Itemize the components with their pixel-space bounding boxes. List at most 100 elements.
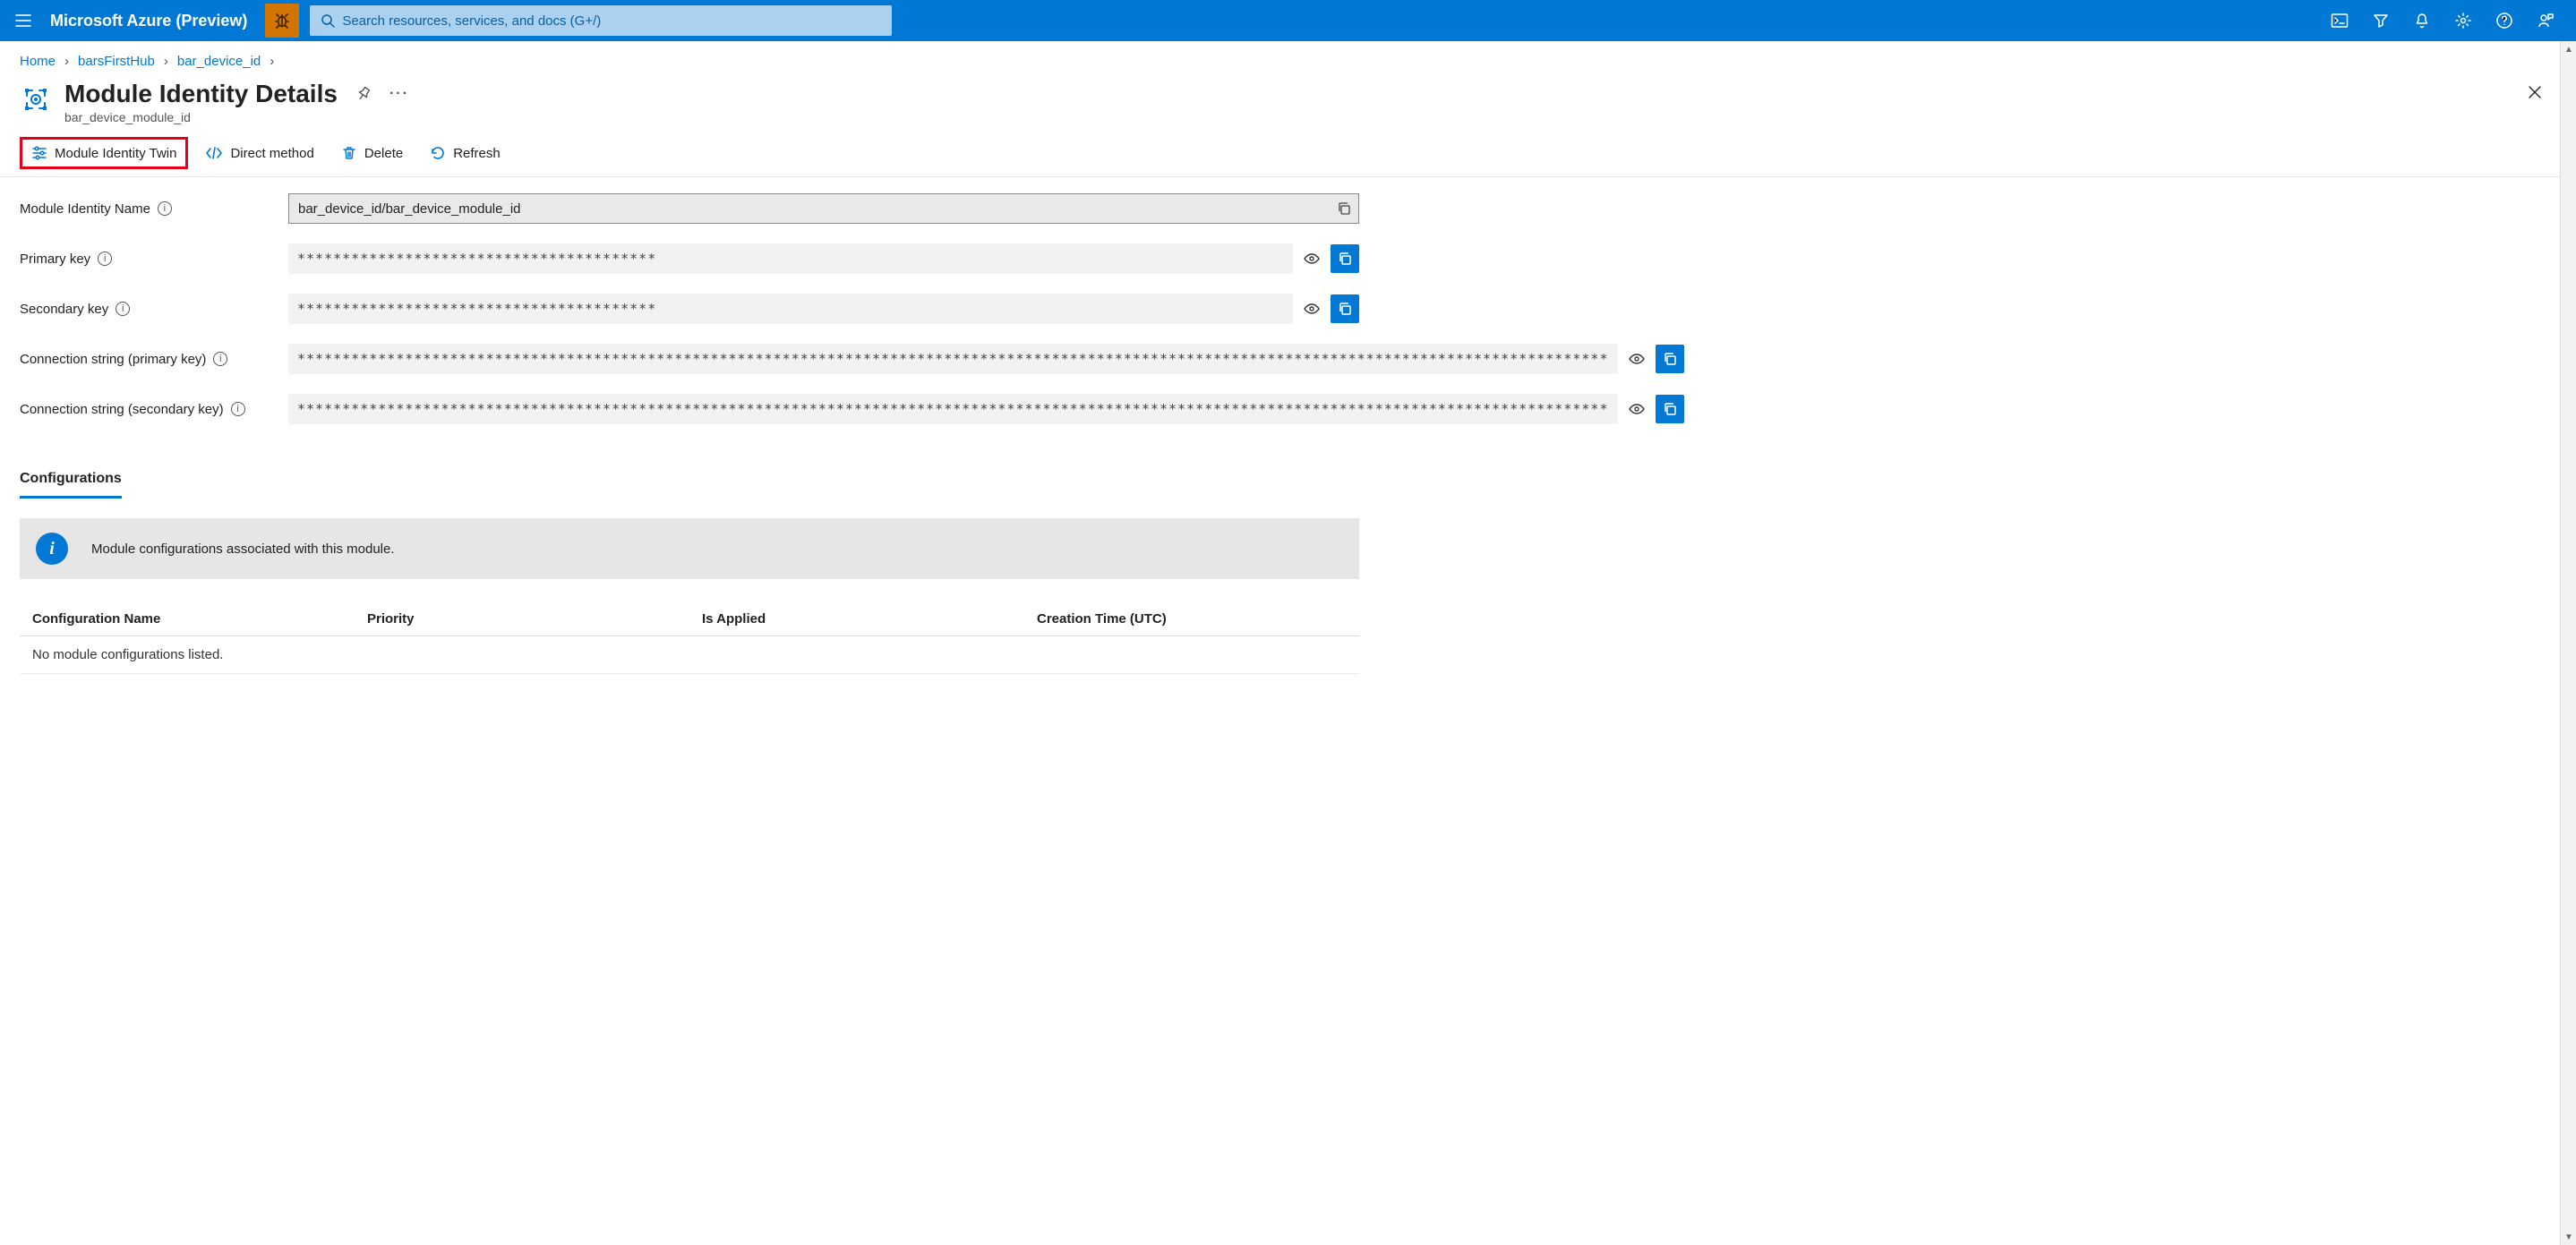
cmd-label: Module Identity Twin — [55, 146, 176, 161]
info-icon[interactable]: i — [98, 252, 112, 266]
close-blade-button[interactable] — [2522, 80, 2547, 105]
col-priority[interactable]: Priority — [355, 602, 689, 636]
breadcrumb-home[interactable]: Home — [20, 54, 56, 69]
page-header: Module Identity Details ··· bar_device_m… — [0, 76, 2576, 126]
cmd-label: Refresh — [453, 146, 501, 161]
delete-button[interactable]: Delete — [331, 139, 413, 167]
bell-icon — [2413, 12, 2431, 30]
hamburger-menu[interactable] — [7, 4, 39, 37]
refresh-icon — [430, 145, 446, 161]
pin-button[interactable] — [354, 84, 373, 104]
breadcrumb-sep: › — [270, 54, 274, 69]
label: Module Identity Name — [20, 201, 150, 217]
copy-icon — [1663, 352, 1677, 366]
copy-button[interactable] — [1331, 244, 1359, 273]
page-title: Module Identity Details — [64, 80, 338, 108]
direct-method-button[interactable]: Direct method — [195, 139, 323, 167]
more-button[interactable]: ··· — [389, 84, 409, 104]
table-row: No module configurations listed. — [20, 636, 1359, 674]
col-created[interactable]: Creation Time (UTC) — [1024, 602, 1359, 636]
close-icon — [2527, 84, 2543, 100]
help-icon — [2495, 12, 2513, 30]
form-area: Module Identity Name i bar_device_id/bar… — [0, 177, 1379, 674]
help-button[interactable] — [2494, 10, 2515, 31]
person-feedback-icon — [2537, 12, 2555, 30]
secondary-key-value: **************************************** — [288, 294, 1293, 324]
eye-icon — [1628, 400, 1646, 418]
cmd-label: Direct method — [230, 146, 313, 161]
bug-icon — [273, 12, 291, 30]
label: Secondary key — [20, 302, 108, 317]
info-bar: i Module configurations associated with … — [20, 518, 1359, 579]
tab-configurations[interactable]: Configurations — [20, 471, 122, 499]
copy-icon — [1663, 402, 1677, 416]
breadcrumb-sep: › — [164, 54, 168, 69]
gear-icon — [2454, 12, 2472, 30]
conn-primary-value: ****************************************… — [288, 344, 1618, 374]
info-icon[interactable]: i — [231, 402, 245, 416]
configurations-table: Configuration Name Priority Is Applied C… — [20, 602, 1359, 674]
scrollbar[interactable]: ▲ ▼ — [2560, 41, 2576, 1245]
cloud-shell-icon — [2331, 12, 2349, 30]
reveal-button[interactable] — [1625, 397, 1648, 421]
trash-icon — [341, 145, 357, 161]
pin-icon — [355, 86, 372, 102]
preview-bug-button[interactable] — [265, 4, 299, 38]
feedback-button[interactable] — [2535, 10, 2556, 31]
label: Connection string (secondary key) — [20, 402, 224, 417]
module-identity-twin-button[interactable]: Module Identity Twin — [20, 137, 188, 169]
label: Primary key — [20, 252, 90, 267]
search-box[interactable] — [310, 5, 892, 36]
breadcrumb-device[interactable]: bar_device_id — [177, 54, 261, 69]
tab-strip: Configurations — [20, 444, 1359, 499]
info-icon[interactable]: i — [158, 201, 172, 216]
primary-key-value: **************************************** — [288, 243, 1293, 274]
reveal-button[interactable] — [1625, 347, 1648, 371]
empty-message: No module configurations listed. — [20, 636, 1359, 674]
breadcrumb-sep: › — [64, 54, 69, 69]
topbar-actions — [2329, 10, 2569, 31]
cmd-label: Delete — [364, 146, 403, 161]
reveal-button[interactable] — [1300, 297, 1323, 320]
directory-filter-button[interactable] — [2370, 10, 2392, 31]
copy-button[interactable] — [1337, 201, 1351, 216]
reveal-button[interactable] — [1300, 247, 1323, 270]
search-input[interactable] — [342, 13, 881, 29]
field-conn-primary: Connection string (primary key) i ******… — [20, 344, 1359, 374]
copy-icon — [1338, 302, 1352, 316]
filter-icon — [2372, 12, 2390, 30]
field-secondary-key: Secondary key i ************************… — [20, 294, 1359, 324]
breadcrumb: Home › barsFirstHub › bar_device_id › — [0, 41, 2576, 76]
col-config-name[interactable]: Configuration Name — [20, 602, 355, 636]
code-icon — [205, 145, 223, 161]
notifications-button[interactable] — [2411, 10, 2433, 31]
info-text: Module configurations associated with th… — [91, 541, 395, 557]
scroll-up-button[interactable]: ▲ — [2561, 41, 2576, 57]
col-applied[interactable]: Is Applied — [689, 602, 1024, 636]
page-subtitle: bar_device_module_id — [64, 110, 409, 124]
breadcrumb-hub[interactable]: barsFirstHub — [78, 54, 155, 69]
cloud-shell-button[interactable] — [2329, 10, 2350, 31]
sliders-icon — [31, 145, 47, 161]
settings-button[interactable] — [2452, 10, 2474, 31]
info-icon: i — [36, 533, 68, 565]
eye-icon — [1628, 350, 1646, 368]
info-icon[interactable]: i — [213, 352, 227, 366]
field-primary-key: Primary key i **************************… — [20, 243, 1359, 274]
label: Connection string (primary key) — [20, 352, 206, 367]
conn-secondary-value: ****************************************… — [288, 394, 1618, 424]
scroll-down-button[interactable]: ▼ — [2561, 1229, 2576, 1245]
copy-button[interactable] — [1331, 294, 1359, 323]
hamburger-icon — [14, 12, 32, 30]
refresh-button[interactable]: Refresh — [420, 139, 510, 167]
topbar: Microsoft Azure (Preview) — [0, 0, 2576, 41]
eye-icon — [1303, 300, 1321, 318]
brand-label[interactable]: Microsoft Azure (Preview) — [47, 12, 258, 30]
module-name-value: bar_device_id/bar_device_module_id — [288, 193, 1359, 224]
copy-button[interactable] — [1656, 345, 1684, 373]
field-module-name: Module Identity Name i bar_device_id/bar… — [20, 193, 1359, 224]
copy-button[interactable] — [1656, 395, 1684, 423]
info-icon[interactable]: i — [116, 302, 130, 316]
eye-icon — [1303, 250, 1321, 268]
field-conn-secondary: Connection string (secondary key) i ****… — [20, 394, 1359, 424]
